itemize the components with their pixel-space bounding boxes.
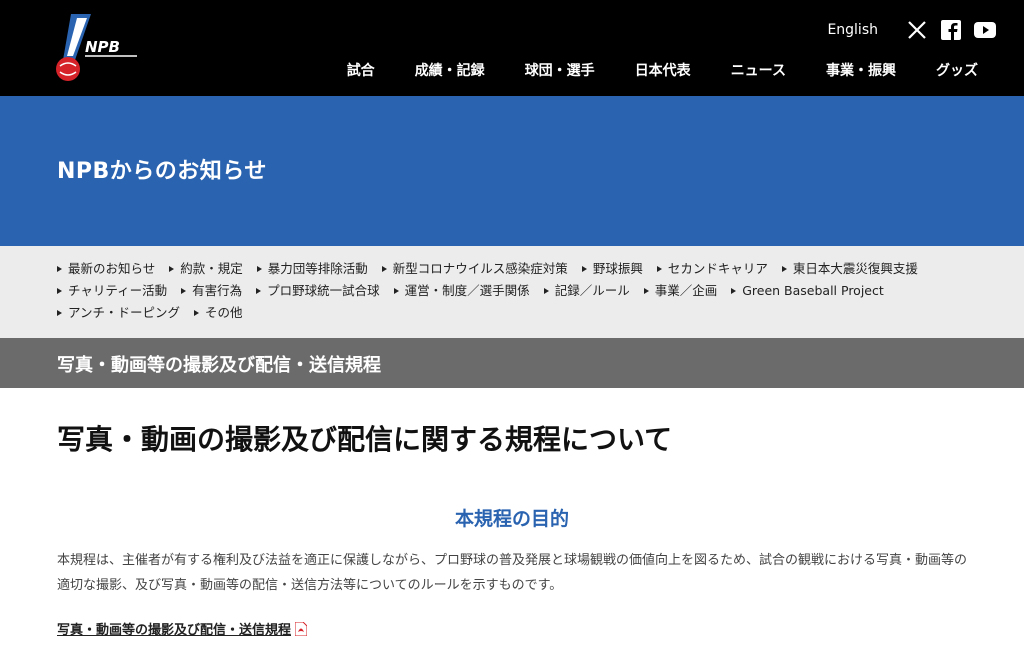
nav-national-team[interactable]: 日本代表 <box>635 60 691 80</box>
category-link[interactable]: 記録／ルール <box>543 280 630 302</box>
npb-logo[interactable]: NPB <box>55 14 145 84</box>
purpose-body: 本規程は、主催者が有する権利及び法益を適正に保護しながら、プロ野球の普及発展と球… <box>57 553 968 593</box>
pdf-icon <box>294 621 308 636</box>
nav-goods[interactable]: グッズ <box>936 60 978 80</box>
page-banner: NPBからのお知らせ <box>0 96 1024 246</box>
category-link[interactable]: 約款・規定 <box>169 258 243 280</box>
youtube-icon[interactable] <box>974 19 996 41</box>
regulation-pdf-link[interactable]: 写真・動画等の撮影及び配信・送信規程 <box>57 619 308 638</box>
category-link[interactable]: その他 <box>194 302 243 324</box>
nav-news[interactable]: ニュース <box>731 60 786 80</box>
nav-games[interactable]: 試合 <box>347 60 375 80</box>
category-link[interactable]: 有害行為 <box>181 280 242 302</box>
regulation-pdf-label: 写真・動画等の撮影及び配信・送信規程 <box>57 623 292 638</box>
nav-business[interactable]: 事業・振興 <box>826 60 896 80</box>
logo-text: NPB <box>85 38 120 56</box>
banner-title: NPBからのお知らせ <box>57 159 267 184</box>
category-nav: 最新のお知らせ 約款・規定 暴力団等排除活動 新型コロナウイルス感染症対策 野球… <box>0 246 1024 338</box>
category-link[interactable]: Green Baseball Project <box>731 280 884 302</box>
main-nav: 試合 成績・記録 球団・選手 日本代表 ニュース 事業・振興 グッズ <box>307 60 978 80</box>
category-link[interactable]: 新型コロナウイルス感染症対策 <box>381 258 568 280</box>
utility-bar: English <box>827 18 996 42</box>
category-link[interactable]: 運営・制度／選手関係 <box>393 280 530 302</box>
nav-stats[interactable]: 成績・記録 <box>415 60 485 80</box>
category-link[interactable]: プロ野球統一試合球 <box>256 280 380 302</box>
section-title: 写真・動画等の撮影及び配信・送信規程 <box>57 355 381 376</box>
x-icon[interactable] <box>906 19 928 41</box>
category-link[interactable]: 野球振興 <box>581 258 643 280</box>
section-header: 写真・動画等の撮影及び配信・送信規程 <box>0 338 1024 388</box>
category-link[interactable]: チャリティー活動 <box>57 280 167 302</box>
category-link[interactable]: 暴力団等排除活動 <box>256 258 368 280</box>
page-title: 写真・動画の撮影及び配信に関する規程について <box>57 423 673 456</box>
category-link[interactable]: アンチ・ドーピング <box>57 302 180 324</box>
nav-teams[interactable]: 球団・選手 <box>525 60 595 80</box>
category-link[interactable]: 最新のお知らせ <box>57 258 155 280</box>
english-link[interactable]: English <box>827 22 878 38</box>
category-link[interactable]: 事業／企画 <box>643 280 717 302</box>
category-link[interactable]: 東日本大震災復興支援 <box>781 258 918 280</box>
purpose-heading: 本規程の目的 <box>454 508 569 530</box>
category-link[interactable]: セカンドキャリア <box>656 258 768 280</box>
facebook-icon[interactable] <box>940 19 962 41</box>
site-header: NPB English 試合 成績・記録 球団・選手 日本代表 ニュース 事業・… <box>0 0 1024 96</box>
